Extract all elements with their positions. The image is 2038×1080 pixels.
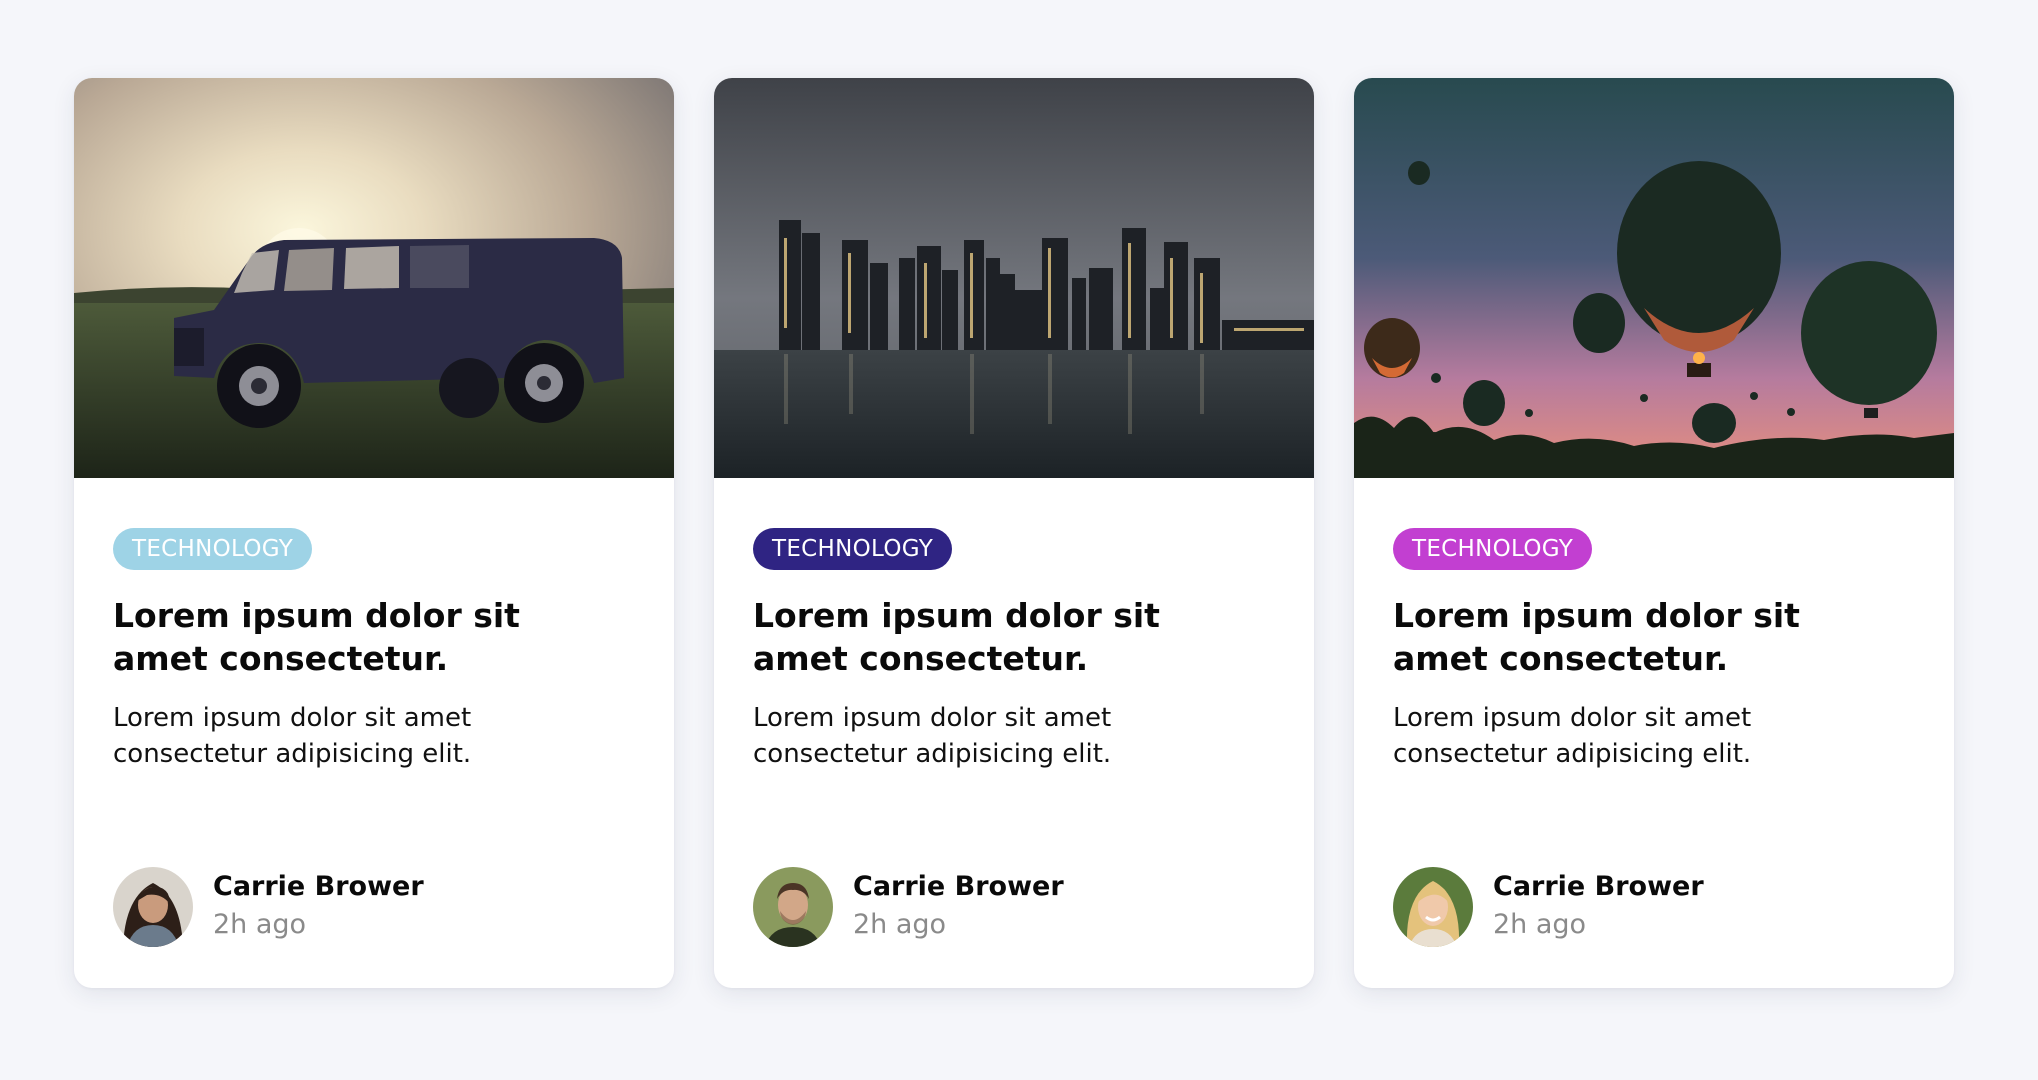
author-avatar[interactable]	[1393, 867, 1473, 947]
author-avatar[interactable]	[113, 867, 193, 947]
category-tag[interactable]: TECHNOLOGY	[113, 528, 313, 570]
card-image-truck[interactable]	[74, 78, 674, 478]
author-meta: Carrie Brower 2h ago	[1493, 869, 1704, 945]
article-card[interactable]: TECHNOLOGY Lorem ipsum dolor sit amet co…	[714, 78, 1314, 988]
author-name[interactable]: Carrie Brower	[853, 869, 1064, 905]
author-meta: Carrie Brower 2h ago	[853, 869, 1064, 945]
card-title[interactable]: Lorem ipsum dolor sit amet consectetur.	[1393, 594, 1903, 680]
card-image-balloons[interactable]	[1354, 78, 1954, 478]
card-title[interactable]: Lorem ipsum dolor sit amet consectetur.	[113, 594, 623, 680]
category-tag[interactable]: TECHNOLOGY	[753, 528, 953, 570]
author-meta: Carrie Brower 2h ago	[213, 869, 424, 945]
article-card[interactable]: TECHNOLOGY Lorem ipsum dolor sit amet co…	[74, 78, 674, 988]
article-card[interactable]: TECHNOLOGY Lorem ipsum dolor sit amet co…	[1354, 78, 1954, 988]
card-description: Lorem ipsum dolor sit amet consectetur a…	[113, 703, 472, 769]
author-avatar[interactable]	[753, 867, 833, 947]
author-info: Carrie Brower 2h ago	[113, 867, 424, 947]
card-description: Lorem ipsum dolor sit amet consectetur a…	[1393, 703, 1752, 769]
author-name[interactable]: Carrie Brower	[213, 869, 424, 905]
category-tag[interactable]: TECHNOLOGY	[1393, 528, 1593, 570]
post-time: 2h ago	[1493, 909, 1587, 940]
card-body: TECHNOLOGY Lorem ipsum dolor sit amet co…	[1354, 478, 1954, 772]
card-body: TECHNOLOGY Lorem ipsum dolor sit amet co…	[74, 478, 674, 772]
card-image-city[interactable]	[714, 78, 1314, 478]
post-time: 2h ago	[213, 909, 307, 940]
card-body: TECHNOLOGY Lorem ipsum dolor sit amet co…	[714, 478, 1314, 772]
card-title[interactable]: Lorem ipsum dolor sit amet consectetur.	[753, 594, 1263, 680]
author-info: Carrie Brower 2h ago	[753, 867, 1064, 947]
author-name[interactable]: Carrie Brower	[1493, 869, 1704, 905]
card-list: TECHNOLOGY Lorem ipsum dolor sit amet co…	[74, 78, 1954, 988]
post-time: 2h ago	[853, 909, 947, 940]
card-description: Lorem ipsum dolor sit amet consectetur a…	[753, 703, 1112, 769]
author-info: Carrie Brower 2h ago	[1393, 867, 1704, 947]
